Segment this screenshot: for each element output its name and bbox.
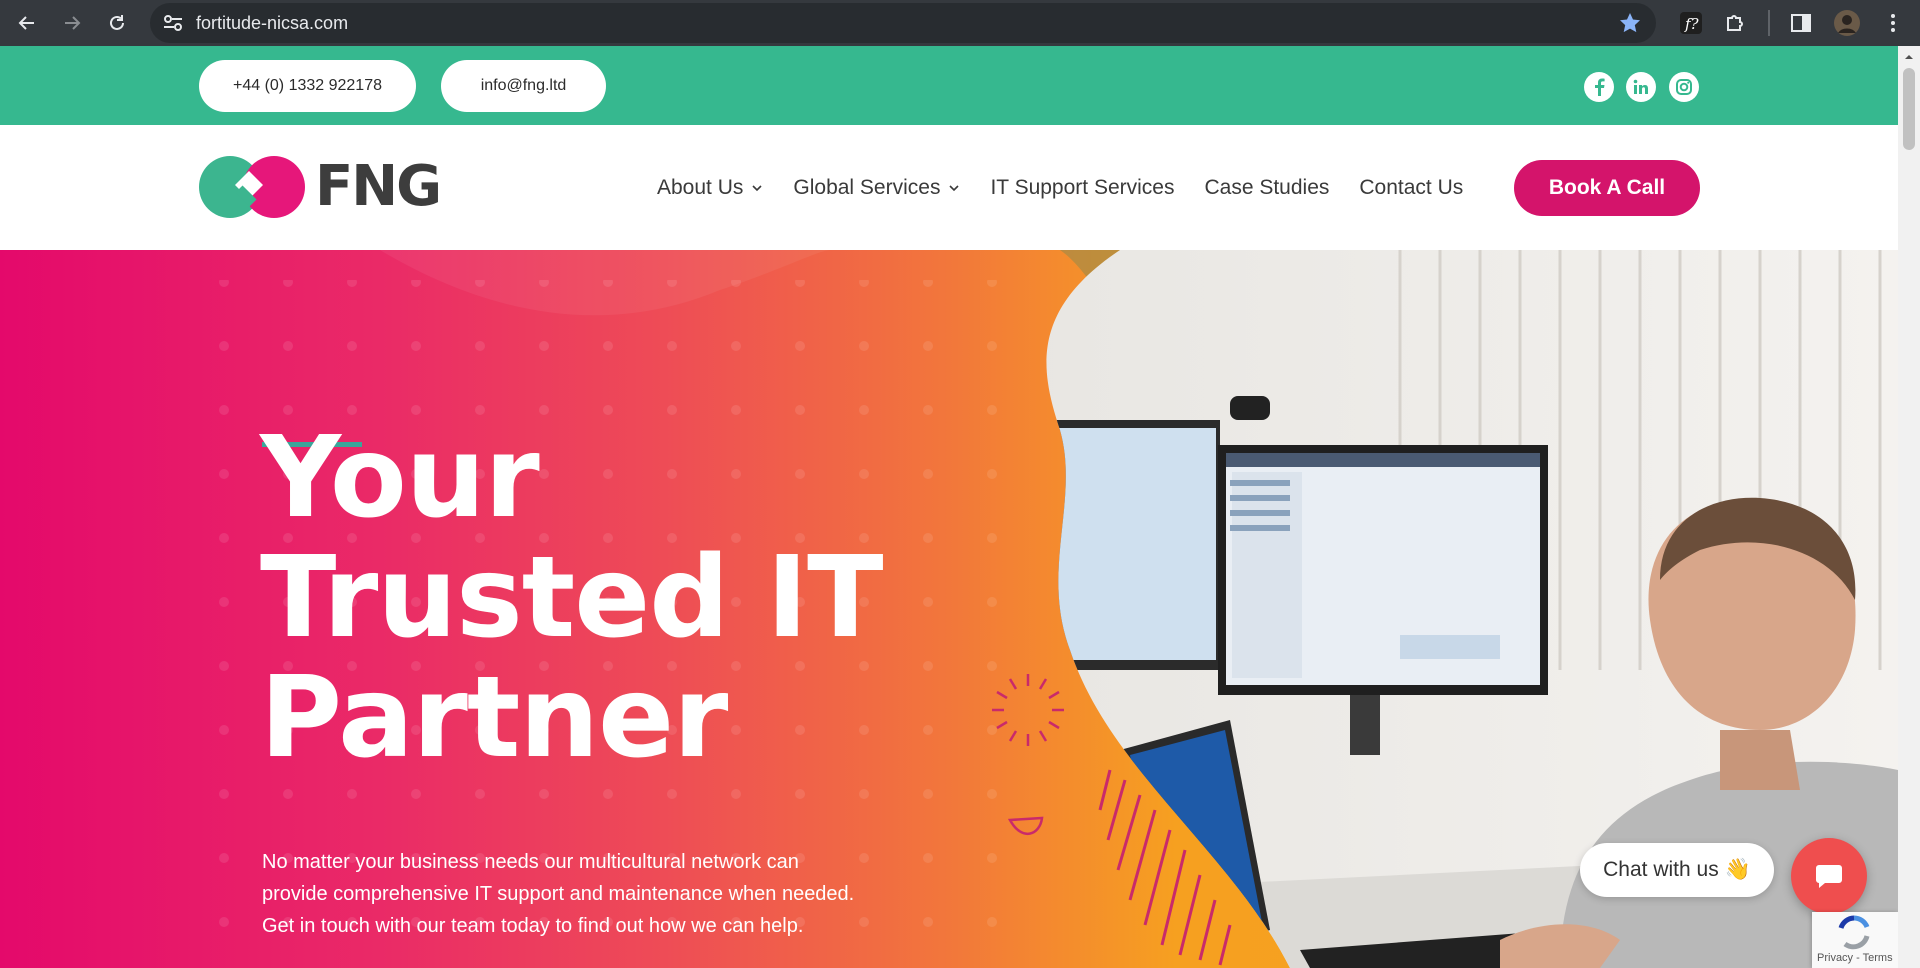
lead-line-1: No matter your business needs our multic…: [262, 851, 799, 873]
nav-it-support-services[interactable]: IT Support Services: [990, 176, 1174, 200]
scrollbar-thumb[interactable]: [1903, 68, 1915, 150]
top-contact-bar: +44 (0) 1332 922178 info@fng.ltd: [0, 46, 1898, 125]
toolbar-divider: [1768, 10, 1770, 36]
chat-label: Chat with us: [1603, 858, 1719, 881]
phone-button[interactable]: +44 (0) 1332 922178: [199, 60, 416, 112]
extensions-puzzle-icon[interactable]: [1718, 6, 1752, 40]
recaptcha-icon: [1838, 915, 1870, 950]
phone-number: +44 (0) 1332 922178: [232, 77, 382, 94]
nav-it-support-services-label: IT Support Services: [990, 175, 1175, 199]
nav-about-us-label: About Us: [657, 175, 744, 199]
more-menu-icon[interactable]: [1876, 6, 1910, 40]
sunburst-decoration: [992, 674, 1064, 746]
fng-logo[interactable]: FNG: [199, 155, 449, 219]
chat-icon: [1816, 865, 1842, 888]
forward-arrow-icon[interactable]: [55, 6, 89, 40]
chat-with-us-bubble[interactable]: Chat with us 👋: [1580, 843, 1774, 897]
nav-contact-us[interactable]: Contact Us: [1359, 176, 1463, 200]
profile-avatar[interactable]: [1830, 6, 1864, 40]
hero-headline: Your Trusted IT Partner: [260, 413, 883, 783]
site-info-icon[interactable]: [162, 13, 184, 33]
email-button[interactable]: info@fng.ltd: [441, 60, 606, 112]
email-address: info@fng.ltd: [480, 77, 567, 94]
nav-case-studies[interactable]: Case Studies: [1204, 176, 1329, 200]
chevron-down-icon: [752, 184, 762, 191]
book-a-call-button[interactable]: Book A Call: [1514, 160, 1700, 216]
nav-about-us[interactable]: About Us: [657, 176, 763, 200]
lead-line-3: Get in touch with our team today to find…: [262, 915, 804, 937]
side-panel-icon[interactable]: [1784, 6, 1818, 40]
reload-icon[interactable]: [100, 6, 134, 40]
waving-hand-icon: 👋: [1724, 858, 1751, 881]
book-a-call-label: Book A Call: [1548, 176, 1666, 199]
back-arrow-icon[interactable]: [10, 6, 44, 40]
nav-global-services[interactable]: Global Services: [793, 176, 960, 200]
browser-toolbar: fortitude-nicsa.com f?: [0, 0, 1920, 46]
main-nav: About Us Global Services IT Support Serv…: [657, 125, 1463, 250]
linkedin-icon[interactable]: [1626, 72, 1656, 102]
chevron-down-icon: [949, 184, 960, 191]
address-bar[interactable]: fortitude-nicsa.com: [150, 3, 1656, 43]
nav-case-studies-label: Case Studies: [1204, 175, 1330, 199]
headline-line-1: Your: [260, 413, 540, 543]
url-text[interactable]: fortitude-nicsa.com: [196, 3, 348, 43]
svg-text:f?: f?: [1684, 15, 1700, 33]
hero-lead-text: No matter your business needs our multic…: [262, 846, 942, 942]
font-extension-icon[interactable]: f?: [1674, 6, 1708, 40]
scroll-up-arrow-icon[interactable]: [1904, 52, 1914, 62]
bookmark-star-icon[interactable]: [1618, 11, 1642, 40]
nav-global-services-label: Global Services: [793, 175, 941, 199]
instagram-icon[interactable]: [1669, 72, 1699, 102]
headline-line-3: Partner: [260, 653, 728, 783]
headline-line-2: Trusted IT: [260, 533, 883, 663]
logo-mark-icon: [199, 156, 305, 218]
page-viewport: +44 (0) 1332 922178 info@fng.ltd FNG Abo…: [0, 46, 1920, 968]
nav-contact-us-label: Contact Us: [1359, 175, 1464, 199]
site-header: FNG About Us Global Services IT Support …: [0, 125, 1898, 250]
lead-line-2: provide comprehensive IT support and mai…: [262, 883, 855, 905]
logo-wordmark: FNG: [315, 154, 442, 219]
facebook-icon[interactable]: [1584, 72, 1614, 102]
chat-launcher-button[interactable]: [1791, 838, 1867, 914]
page-scrollbar[interactable]: [1898, 46, 1920, 968]
recaptcha-links[interactable]: Privacy - Terms: [1817, 952, 1893, 964]
recaptcha-badge[interactable]: Privacy - Terms: [1812, 912, 1898, 968]
